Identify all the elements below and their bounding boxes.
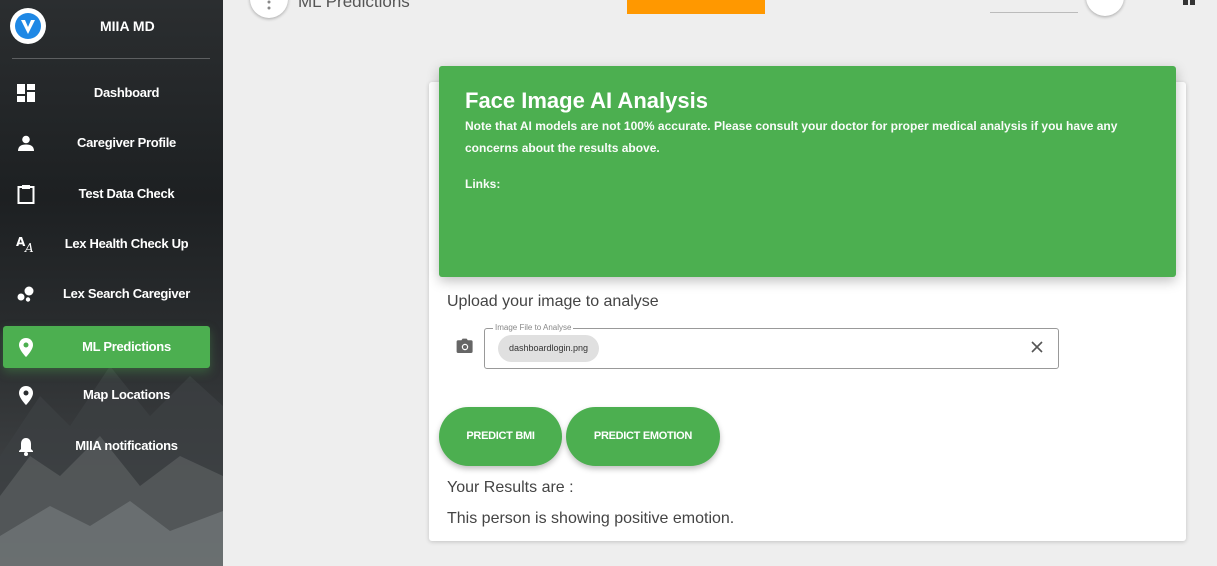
camera-icon[interactable] (455, 337, 475, 355)
sidebar-item-label: Map Locations (82, 387, 171, 402)
location-pin-icon (16, 385, 36, 405)
predict-bmi-button[interactable]: PREDICT BMI (439, 407, 562, 466)
location-pin-icon (16, 337, 36, 357)
sidebar-item-caregiver-profile[interactable]: Caregiver Profile (3, 122, 210, 164)
bubbles-icon (16, 284, 36, 304)
v-logo-icon (15, 13, 41, 39)
sidebar-item-map-locations[interactable]: Map Locations (3, 374, 210, 416)
clipboard-icon (16, 184, 36, 204)
sidebar-item-ml-predictions[interactable]: ML Predictions (3, 326, 210, 368)
sidebar-item-label: Caregiver Profile (77, 135, 176, 150)
image-file-input[interactable]: Image File to Analyse dashboardlogin.png (484, 323, 1059, 369)
result-text: This person is showing positive emotion. (447, 510, 735, 527)
sidebar-item-label: Dashboard (93, 85, 160, 100)
file-chip[interactable]: dashboardlogin.png (498, 335, 600, 362)
svg-text:A: A (24, 241, 34, 254)
links-label: Links: (465, 177, 501, 191)
sidebar-item-test-data-check[interactable]: Test Data Check (3, 173, 210, 215)
sidebar: MIIA MD Dashboard Caregiver Profile Test… (0, 0, 223, 566)
sidebar-item-label: Test Data Check (78, 186, 175, 201)
brand: MIIA MD (0, 0, 223, 52)
more-options-button[interactable] (250, 0, 288, 18)
text-spellcheck-icon: AA (16, 234, 36, 254)
disclaimer-note: Note that AI models are not 100% accurat… (465, 119, 1118, 155)
upload-label: Upload your image to analyse (447, 293, 659, 310)
results-label: Your Results are : (447, 479, 574, 496)
sidebar-item-label: MIIA notifications (75, 438, 178, 453)
search-input-underline[interactable] (990, 12, 1078, 13)
predict-emotion-button[interactable]: PREDICT EMOTION (566, 407, 720, 466)
search-button[interactable] (1086, 0, 1124, 16)
sidebar-item-dashboard[interactable]: Dashboard (3, 72, 210, 114)
card-title: Face Image AI Analysis (465, 88, 708, 113)
orange-banner (627, 0, 765, 14)
divider (12, 58, 210, 59)
bell-icon (16, 436, 36, 456)
sidebar-item-label: Lex Search Caregiver (63, 286, 190, 301)
page-title: ML Predictions (298, 0, 410, 11)
dashboard-icon (16, 83, 36, 103)
sidebar-item-miia-notifications[interactable]: MIIA notifications (3, 425, 210, 467)
apps-grid-icon[interactable] (1183, 0, 1196, 5)
person-icon (16, 133, 36, 153)
card-header: Face Image AI Analysis Note that AI mode… (439, 66, 1176, 277)
app-logo[interactable] (10, 8, 46, 44)
sidebar-item-label: ML Predictions (82, 339, 171, 354)
close-icon[interactable] (1030, 340, 1044, 354)
sidebar-item-lex-health-check-up[interactable]: AA Lex Health Check Up (3, 223, 210, 265)
field-label: Image File to Analyse (493, 323, 574, 332)
more-vertical-icon (267, 0, 271, 10)
sidebar-item-lex-search-caregiver[interactable]: Lex Search Caregiver (3, 273, 210, 315)
sidebar-item-label: Lex Health Check Up (64, 236, 189, 251)
app-name: MIIA MD (100, 18, 155, 34)
